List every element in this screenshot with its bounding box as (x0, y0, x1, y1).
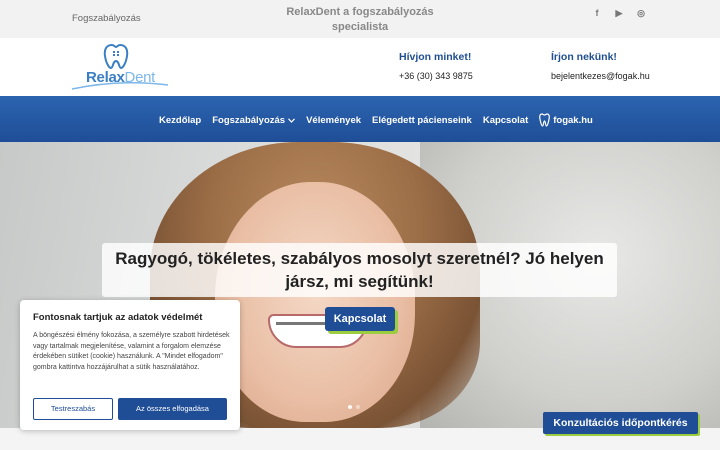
nav-item-contact[interactable]: Kapcsolat (483, 115, 528, 126)
top-bar: Fogszabályozás RelaxDent a fogszabályozá… (0, 0, 720, 38)
nav-item-fogak[interactable]: fogak.hu (539, 113, 593, 127)
site-header: RelaxDent Hívjon minket! +36 (30) 343 98… (0, 38, 720, 96)
email-address[interactable]: bejelentkezes@fogak.hu (551, 71, 650, 81)
hero-title: Ragyogó, tökéletes, szabályos mosolyt sz… (102, 243, 617, 297)
cookie-consent-dialog: Fontosnak tartjuk az adatok védelmét A b… (20, 300, 240, 430)
cookie-customize-button[interactable]: Testreszabás (33, 398, 113, 420)
nav-label: Fogszabályozás (212, 114, 286, 126)
email-label: Írjon nekünk! (551, 51, 617, 63)
nav-item-reviews[interactable]: Vélemények (306, 115, 361, 126)
hero-contact-button[interactable]: Kapcsolat (325, 307, 395, 331)
main-nav: Kezdőlap Fogszabályozás Vélemények Elége… (0, 96, 720, 142)
slider-dot[interactable] (356, 405, 360, 409)
nav-item-home[interactable]: Kezdőlap (159, 115, 201, 126)
phone-contact: Hívjon minket! +36 (30) 343 9875 (399, 51, 473, 81)
hero-image-face (215, 182, 415, 422)
nav-label: Kapcsolat (482, 114, 529, 126)
chevron-down-icon (288, 117, 296, 123)
facebook-icon[interactable]: f (592, 8, 602, 18)
cookie-title: Fontosnak tartjuk az adatok védelmét (33, 312, 203, 323)
consultation-request-button[interactable]: Konzultációs időpontkérés (543, 412, 698, 434)
phone-number[interactable]: +36 (30) 343 9875 (399, 71, 473, 81)
nav-label: Vélemények (306, 114, 362, 126)
nav-label: Elégedett pácienseink (372, 114, 472, 126)
cookie-text: A böngészési élmény fokozása, a személyr… (33, 332, 230, 371)
phone-label: Hívjon minket! (399, 51, 472, 63)
slider-dots (348, 405, 360, 409)
site-tagline: RelaxDent a fogszabályozás specialista (286, 6, 434, 33)
nav-label: fogak.hu (553, 114, 593, 126)
logo-accent: Dent (124, 69, 156, 86)
instagram-icon[interactable]: ◎ (636, 8, 646, 18)
site-logo[interactable]: RelaxDent (70, 41, 170, 93)
cookie-accept-all-button[interactable]: Az összes elfogadása (118, 398, 227, 420)
youtube-icon[interactable]: ▶ (614, 8, 624, 18)
slider-dot[interactable] (348, 405, 352, 409)
nav-label: Kezdőlap (159, 114, 202, 126)
topbar-link[interactable]: Fogszabályozás (72, 13, 141, 24)
logo-main: Relax (86, 69, 125, 86)
tooth-icon (539, 113, 551, 127)
email-contact: Írjon nekünk! bejelentkezes@fogak.hu (551, 51, 650, 81)
nav-item-orthodontics[interactable]: Fogszabályozás (212, 114, 296, 126)
logo-wordmark: RelaxDent (86, 69, 155, 86)
nav-item-patients[interactable]: Elégedett pácienseink (372, 115, 472, 126)
social-links: f ▶ ◎ (592, 8, 646, 19)
